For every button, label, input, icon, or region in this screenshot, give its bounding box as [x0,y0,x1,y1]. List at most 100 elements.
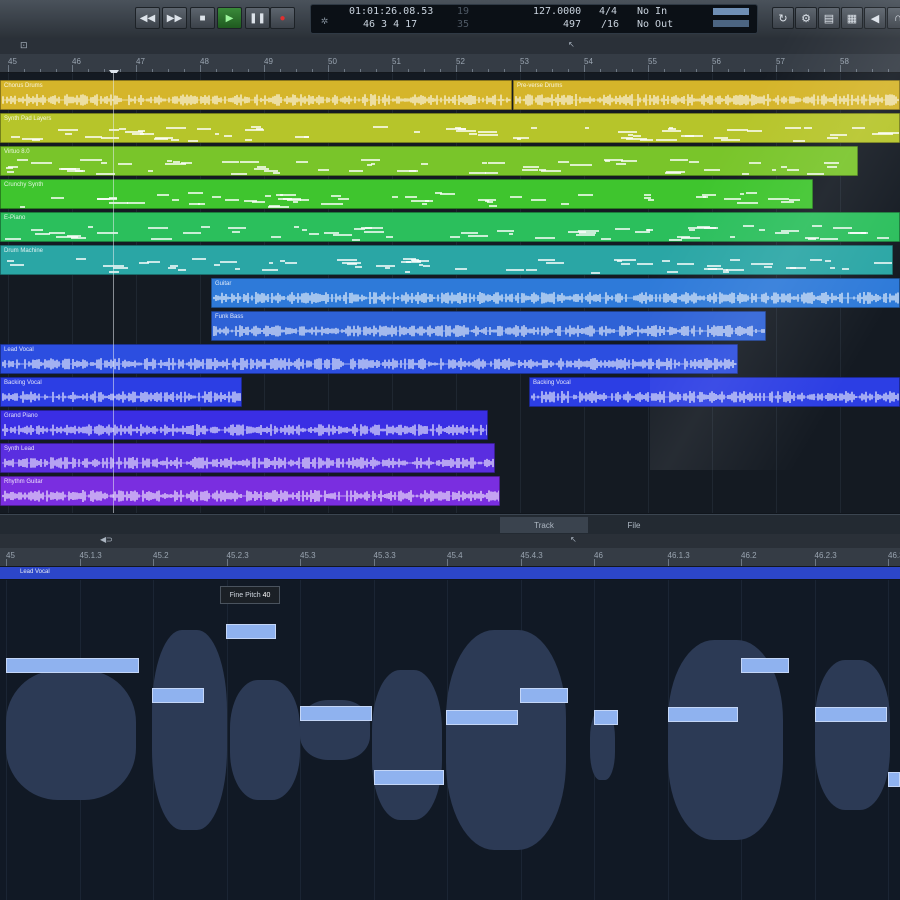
clip[interactable]: Chorus Drums [0,80,512,110]
grid-icon[interactable]: ▦ [841,7,863,29]
midi-note [10,264,24,267]
clip[interactable]: Guitar [211,278,900,308]
midi-note [516,137,522,140]
clip[interactable]: Backing Vocal [529,377,900,407]
punch-in[interactable]: No In [637,6,667,17]
ruler-tick [440,69,441,72]
pitch-note[interactable] [815,707,887,722]
clip[interactable]: E-Piano [0,212,900,242]
clip[interactable]: Crunchy Synth [0,179,813,209]
ruler-tick [200,65,201,72]
midi-note [469,133,477,136]
midi-note [577,193,594,196]
midi-note [408,170,417,173]
midi-note [189,203,200,205]
midi-note [667,271,679,274]
midi-note [336,258,357,261]
clip[interactable]: Backing Vocal [0,377,242,407]
pitch-note[interactable] [446,710,518,725]
play-button[interactable]: ▶ [217,7,242,29]
clip[interactable]: Pre-verse Drums [513,80,900,110]
pitch-note[interactable] [300,706,372,721]
time-signature[interactable]: 4/4 [599,6,617,17]
midi-note [349,170,364,173]
midi-note [118,127,127,130]
ruler-tick [712,65,713,72]
clip[interactable]: Synth Lead [0,443,495,473]
midi-note [724,197,742,200]
pitch-note[interactable] [226,624,276,639]
ruler-tick [472,69,473,72]
midi-note [792,139,805,142]
clip[interactable]: Synth Pad Layers [0,113,900,143]
midi-note [6,170,14,173]
quantize-display[interactable]: /16 [601,19,619,30]
mixer-icon[interactable]: ▤ [818,7,840,29]
clip[interactable]: Drum Machine [0,245,893,275]
snap-icon[interactable]: ⊡ [20,40,28,51]
settings-icon[interactable]: ⚙ [795,7,817,29]
arrange-view[interactable]: Chorus Drums Pre-verse Drums Synth Pad Lay… [0,73,900,513]
midi-note [530,199,547,202]
pitch-blob[interactable] [230,680,300,800]
ruler-tick [424,69,425,72]
midi-note [455,129,476,132]
midi-note [851,127,865,130]
midi-note [370,162,376,165]
midi-note [187,192,204,195]
pitch-note[interactable] [152,688,204,703]
rewind-button[interactable]: ◀◀ [135,7,160,29]
clip[interactable]: Lead Vocal [0,344,738,374]
editor-ruler[interactable]: 45 45.1.3 45.2 45.2.3 45.3 45.3.3 45.4 45.4.3 46… [0,548,900,567]
stop-button[interactable]: ■ [190,7,215,29]
midi-note [647,199,655,202]
ruler-tick [664,69,665,72]
record-button[interactable]: ● [270,7,295,29]
pitch-note[interactable] [668,707,738,722]
pause-button[interactable]: ❚❚ [245,7,270,29]
midi-note [614,227,631,230]
ruler-tick [136,65,137,72]
pitch-note[interactable] [741,658,789,673]
pitch-blob[interactable] [6,670,136,800]
midi-note [276,194,283,197]
clip[interactable]: Virtuo 8.0 [0,146,858,176]
midi-note [58,168,76,171]
midi-note [277,197,292,200]
pitch-note[interactable] [520,688,568,703]
metronome-icon[interactable]: ✲ [321,13,328,27]
clip-waveform [213,292,899,304]
melodyne-editor[interactable] [0,580,900,900]
clip-label: Funk Bass [215,314,244,320]
clip[interactable]: Rhythm Guitar [0,476,500,506]
pitch-note[interactable] [6,658,139,673]
loop-icon[interactable]: ↻ [772,7,794,29]
midi-note [172,198,179,201]
pitch-blob[interactable] [815,660,890,810]
pitch-blob[interactable] [152,630,227,830]
clip[interactable]: Grand Piano [0,410,488,440]
tab-file[interactable]: File [590,517,678,533]
headphones-icon[interactable]: ∩ [887,7,900,29]
arrow-tool-icon[interactable]: ↖ [568,40,575,49]
editor-arrow-tool-icon[interactable]: ↖ [570,535,577,544]
speaker-icon[interactable]: ◀ [864,7,886,29]
pitch-note[interactable] [374,770,444,785]
pitch-note[interactable] [888,772,900,787]
clip-label: Chorus Drums [4,83,43,89]
tempo-display[interactable]: 127.0000 [533,6,581,17]
forward-button[interactable]: ▶▶ [162,7,187,29]
pitch-note[interactable] [594,710,618,725]
volume-icon[interactable]: ◀⊃ [100,535,113,544]
ruler-bar-label: 52 [456,57,465,66]
punch-out[interactable]: No Out [637,19,673,30]
clip[interactable]: Funk Bass [211,311,766,341]
ruler-tick [744,69,745,72]
pitch-blob[interactable] [372,670,442,820]
arrange-ruler[interactable]: 45 46 47 48 49 50 51 52 53 54 55 56 57 58 [0,54,900,73]
tempo-sub: 497 [563,19,582,30]
pitch-blob[interactable] [446,630,566,850]
ruler-tick [840,65,841,72]
tab-track[interactable]: Track [500,517,588,533]
midi-note [748,162,761,165]
